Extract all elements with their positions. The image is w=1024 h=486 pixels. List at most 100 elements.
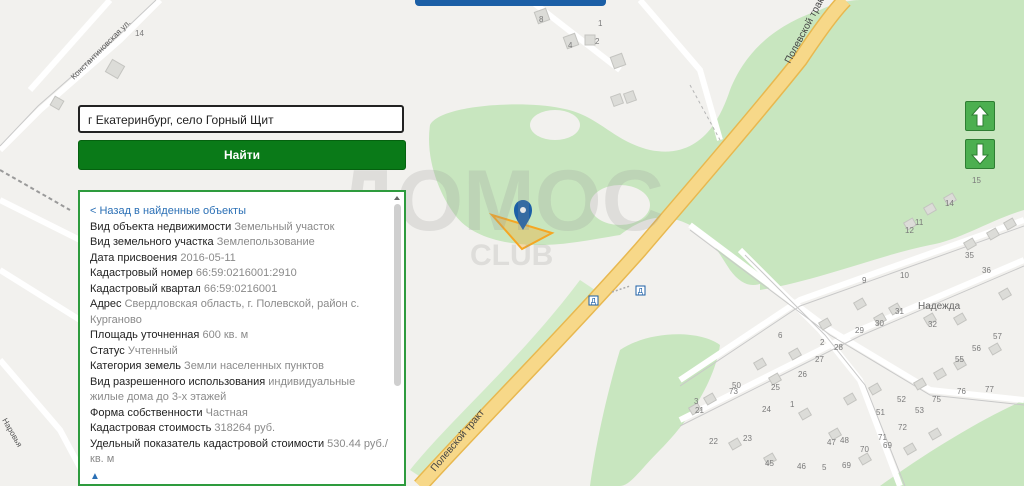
collapse-up-icon[interactable]: ▲ (90, 469, 390, 485)
attribute-row: Удельный показатель кадастровой стоимост… (90, 437, 390, 468)
house-number: 51 (876, 408, 885, 417)
house-number: 25 (771, 383, 780, 392)
attribute-value: 66:59:0216001:2910 (195, 267, 297, 279)
attribute-label: Удельный показатель кадастровой стоимост… (90, 437, 325, 450)
attribute-list: Вид объекта недвижимости Земельный участ… (90, 220, 390, 468)
house-number: 35 (965, 251, 974, 260)
attribute-row: Вид разрешенного использования индивидуа… (90, 375, 390, 406)
attribute-row: Кадастровая стоимость 318264 руб. (90, 421, 390, 437)
attribute-label: Вид разрешенного использования (90, 375, 266, 388)
attribute-value: Земельный участок (234, 220, 335, 233)
bus-stop-icon[interactable]: Д (635, 285, 646, 296)
attribute-row: Площадь уточненная 600 кв. м (90, 328, 390, 344)
attribute-row: Форма собственности Частная (90, 406, 390, 422)
house-number: 57 (993, 332, 1002, 341)
house-number: 75 (932, 395, 941, 404)
house-number: 31 (895, 307, 904, 316)
house-number: 1 (598, 19, 603, 28)
attribute-label: Кадастровый квартал (90, 282, 201, 295)
attribute-value: 600 кв. м (202, 329, 249, 341)
house-number: 1 (790, 400, 795, 409)
attribute-row: Статус Учтенный (90, 344, 390, 360)
attribute-label: Вид земельного участка (90, 236, 214, 248)
house-number: 69 (842, 461, 851, 470)
attribute-label: Кадастровая стоимость (90, 422, 212, 434)
attribute-label: Категория земель (90, 360, 181, 372)
attribute-value: Свердловская область, г. Полевской, райо… (90, 298, 360, 326)
house-number: 6 (778, 331, 783, 340)
attribute-row: Адрес Свердловская область, г. Полевской… (90, 297, 390, 328)
bus-stop-icon[interactable]: Д (588, 295, 599, 306)
house-number: 50 (732, 381, 741, 390)
attribute-value: Частная (205, 406, 248, 419)
house-number: 30 (875, 319, 884, 328)
house-number: 10 (900, 271, 909, 280)
search-button[interactable]: Найти (78, 140, 406, 170)
house-number: 69 (883, 441, 892, 450)
arrow-down-button[interactable] (965, 139, 995, 169)
house-number: 14 (135, 29, 144, 38)
house-number: 45 (765, 459, 774, 468)
house-number: 55 (955, 355, 964, 364)
house-number: 26 (798, 370, 807, 379)
house-number: 77 (985, 385, 994, 394)
house-number: 27 (815, 355, 824, 364)
house-number: 28 (834, 343, 843, 352)
house-number: 2 (820, 338, 825, 347)
house-number: 4 (568, 41, 573, 50)
scroll-up-arrow-icon[interactable] (394, 196, 400, 200)
attribute-row: Дата присвоения 2016-05-11 (90, 251, 390, 267)
house-number: 70 (860, 445, 869, 454)
svg-text:Д: Д (591, 298, 596, 305)
attribute-label: Форма собственности (90, 406, 203, 419)
house-number: 48 (840, 436, 849, 445)
house-number: 46 (797, 462, 806, 471)
attribute-value: Учтенный (127, 344, 178, 357)
house-number: 52 (897, 395, 906, 404)
attribute-value: Землепользование (216, 236, 315, 248)
attribute-value: 66:59:0216001 (203, 282, 278, 295)
back-link[interactable]: < Назад в найденные объекты (90, 204, 390, 220)
scrollbar-thumb[interactable] (394, 204, 401, 386)
attribute-label: Статус (90, 344, 125, 357)
house-number: 72 (898, 423, 907, 432)
house-number: 36 (982, 266, 991, 275)
house-number: 56 (972, 344, 981, 353)
watermark-sub: CLUB (470, 239, 553, 272)
house-number: 8 (539, 15, 544, 24)
attribute-value: 318264 руб. (214, 422, 276, 434)
house-number: 29 (855, 326, 864, 335)
house-number: 24 (762, 405, 771, 414)
attribute-label: Дата присвоения (90, 251, 178, 264)
arrow-up-icon (970, 105, 990, 127)
house-number: 12 (905, 226, 914, 235)
house-number: 5 (822, 463, 827, 472)
house-number: 23 (743, 434, 752, 443)
attribute-row: Вид земельного участка Землепользование (90, 235, 390, 251)
svg-text:Д: Д (638, 288, 643, 295)
arrow-up-button[interactable] (965, 101, 995, 131)
house-number: 76 (957, 387, 966, 396)
search-input[interactable]: г Екатеринбург, село Горный Щит (78, 105, 404, 133)
attribute-row: Вид объекта недвижимости Земельный участ… (90, 220, 390, 236)
attribute-row: Кадастровый номер 66:59:0216001:2910 (90, 266, 390, 282)
attribute-label: Кадастровый номер (90, 267, 193, 279)
house-number: 22 (709, 437, 718, 446)
attribute-value: Земли населенных пунктов (184, 360, 324, 372)
house-number: 9 (862, 276, 867, 285)
top-toolbar-tab[interactable] (415, 0, 606, 6)
attribute-label: Площадь уточненная (90, 329, 200, 341)
house-number: 14 (945, 199, 954, 208)
info-content: < Назад в найденные объекты Вид объекта … (90, 204, 390, 484)
attribute-label: Адрес (90, 298, 122, 310)
clearing (530, 110, 580, 140)
house-number: 53 (915, 406, 924, 415)
attribute-value: 2016-05-11 (180, 251, 236, 264)
house-number: 2 (595, 37, 600, 46)
attribute-row: Категория земель Земли населенных пункто… (90, 359, 390, 375)
house-number: 32 (928, 320, 937, 329)
house-number: 47 (827, 438, 836, 447)
house-number: 21 (695, 406, 704, 415)
place-label: Надежда (918, 301, 961, 312)
arrow-down-icon (970, 143, 990, 165)
